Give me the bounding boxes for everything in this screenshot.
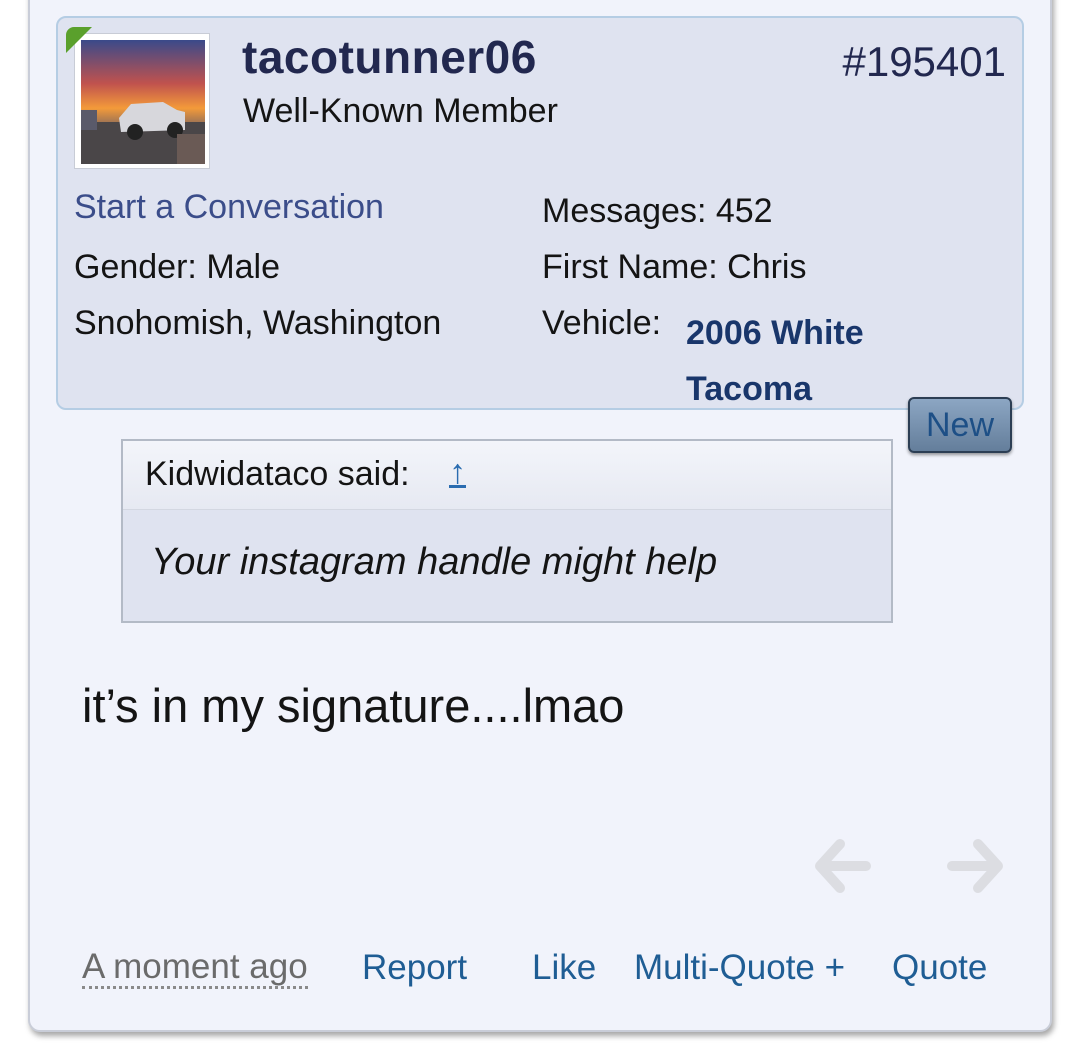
quote-header: Kidwidataco said: ↑ (123, 441, 891, 510)
report-link[interactable]: Report (362, 948, 467, 988)
first-name-row: First Name: Chris (542, 248, 806, 287)
vehicle-label: Vehicle: (542, 304, 662, 342)
gender-label: Gender: (74, 248, 197, 286)
next-post-arrow-icon[interactable] (946, 836, 1006, 896)
online-status-icon (66, 27, 92, 53)
avatar[interactable] (74, 33, 210, 169)
vehicle-value: 2006 White Tacoma (686, 314, 864, 408)
quote-author: Kidwidataco said: (145, 455, 410, 493)
jump-to-quote-icon[interactable]: ↑ (449, 453, 466, 492)
username[interactable]: tacotunner06 (242, 30, 537, 84)
previous-post-arrow-icon[interactable] (812, 836, 872, 896)
location: Snohomish, Washington (74, 304, 442, 342)
first-name-label: First Name: (542, 248, 718, 286)
messages-value: 452 (715, 192, 773, 230)
user-title: Well-Known Member (243, 92, 558, 130)
new-post-badge: New (908, 397, 1012, 453)
like-link[interactable]: Like (532, 948, 596, 988)
avatar-image (81, 40, 205, 164)
messages-label: Messages: (542, 192, 707, 230)
post-number[interactable]: #195401 (842, 38, 1006, 86)
gender-row: Gender: Male (74, 248, 280, 287)
quote-link[interactable]: Quote (892, 948, 987, 988)
post-timestamp[interactable]: A moment ago (82, 948, 308, 989)
multi-quote-link[interactable]: Multi-Quote + (634, 948, 845, 988)
post-message: it’s in my signature....lmao (82, 679, 625, 732)
quote-block: Kidwidataco said: ↑ Your instagram handl… (121, 439, 893, 623)
gender-value: Male (206, 248, 281, 286)
first-name-value: Chris (727, 248, 807, 286)
quote-text: Your instagram handle might help (151, 541, 718, 583)
start-conversation-link[interactable]: Start a Conversation (74, 188, 384, 227)
messages-row: Messages: 452 (542, 192, 773, 231)
